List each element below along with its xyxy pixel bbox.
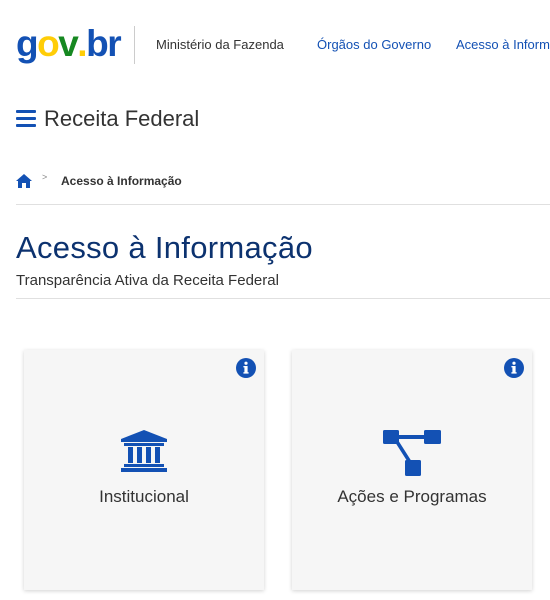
- site-title[interactable]: Receita Federal: [44, 104, 199, 134]
- logo-letter-g: g: [16, 23, 39, 64]
- breadcrumb-current: Acesso à Informação: [61, 174, 182, 188]
- logo-letter-v: v: [58, 23, 79, 64]
- divider: [16, 204, 550, 205]
- card-acoes-e-programas[interactable]: Ações e Programas: [292, 350, 532, 590]
- info-icon[interactable]: [236, 358, 256, 378]
- link-orgaos-do-governo[interactable]: Órgãos do Governo: [317, 37, 431, 52]
- link-acesso-a-informacao[interactable]: Acesso à Inform: [456, 37, 550, 52]
- logo-divider: [134, 26, 135, 64]
- sitemap-icon: [383, 430, 441, 476]
- page: gov.br Ministério da Fazenda Órgãos do G…: [0, 0, 550, 600]
- logo-letter-b: b: [86, 23, 109, 64]
- page-subtitle: Transparência Ativa da Receita Federal: [16, 272, 279, 289]
- hamburger-bar: [16, 124, 36, 127]
- breadcrumb-separator: >: [42, 172, 48, 182]
- home-icon[interactable]: [16, 174, 32, 188]
- card-label: Institucional: [99, 487, 189, 506]
- logo-dot: .: [77, 23, 87, 64]
- hamburger-bar: [16, 117, 36, 120]
- ministry-name: Ministério da Fazenda: [156, 37, 284, 52]
- page-title: Acesso à Informação: [16, 230, 313, 265]
- logo-letter-r: r: [107, 23, 121, 64]
- card-label: Ações e Programas: [337, 487, 487, 506]
- card-institucional[interactable]: Institucional: [24, 350, 264, 590]
- hamburger-bar: [16, 110, 36, 113]
- info-icon[interactable]: [504, 358, 524, 378]
- logo-letter-o: o: [37, 23, 60, 64]
- divider: [16, 298, 550, 299]
- hamburger-icon[interactable]: [16, 110, 36, 128]
- bank-icon: [121, 430, 167, 472]
- govbr-header: gov.br Ministério da Fazenda Órgãos do G…: [0, 0, 550, 90]
- govbr-logo[interactable]: gov.br: [16, 22, 122, 66]
